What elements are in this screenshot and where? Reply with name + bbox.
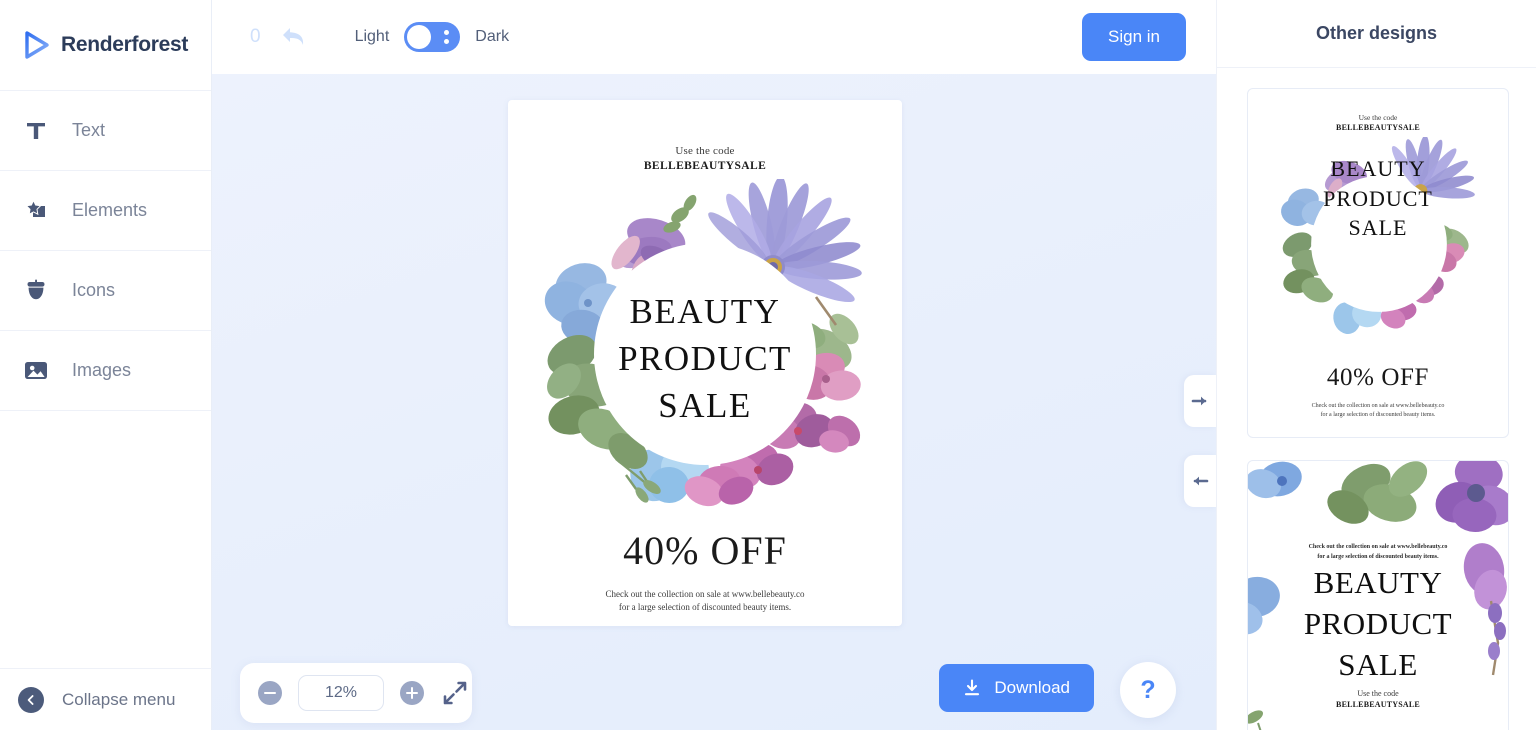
minus-icon — [264, 691, 276, 695]
thumb-code-prefix: Use the code — [1358, 113, 1398, 122]
theme-toggle-group: Light Dark — [355, 22, 509, 52]
sidebar-item-label: Elements — [72, 200, 148, 220]
thumb2-title-line-3: SALE — [1338, 646, 1418, 682]
sidebar-item-label: Text — [72, 120, 106, 140]
thumb-footer: Check out the collection on sale at www.… — [1248, 402, 1508, 420]
thumb-offer: 40% OFF — [1326, 364, 1430, 391]
editor-app: Renderforest Text Elements Icons Images … — [0, 0, 1536, 730]
plus-icon-vertical — [410, 687, 414, 699]
thumb-title-line-3: SALE — [1348, 215, 1408, 241]
fit-to-screen-button[interactable] — [442, 680, 468, 706]
brand-logo[interactable]: Renderforest — [0, 0, 211, 91]
thumb-footer-line-1: Check out the collection on sale at www.… — [1311, 403, 1445, 409]
thumb2-code-prefix: Use the code — [1357, 689, 1399, 698]
left-sidebar: Renderforest Text Elements Icons Images … — [0, 0, 212, 730]
poster-code-value: BELLEBEAUTYSALE — [643, 160, 767, 172]
thumb2-code-value: BELLEBEAUTYSALE — [1336, 700, 1420, 709]
elements-star-icon — [22, 197, 50, 225]
other-designs-title: Other designs — [1217, 0, 1536, 68]
download-label: Download — [994, 678, 1070, 697]
sidebar-item-images[interactable]: Images — [0, 331, 211, 411]
design-thumbnail[interactable]: Check out the collection on sale at www.… — [1247, 460, 1509, 730]
image-icon — [22, 357, 50, 385]
poster-footer-line-2: for a large selection of discounted beau… — [618, 602, 792, 613]
renderforest-play-icon — [22, 30, 52, 60]
other-designs-list: Use the code BELLEBEAUTYSALE BEAUTY PROD… — [1217, 68, 1536, 730]
zoom-level-input[interactable] — [298, 675, 384, 711]
sign-in-button[interactable]: Sign in — [1082, 13, 1186, 61]
text-icon — [22, 117, 50, 145]
poster-footer-line-1: Check out the collection on sale at www.… — [605, 589, 805, 599]
floral-wreath-graphic: BEAUTY PRODUCT SALE — [530, 179, 880, 529]
arrow-left-icon — [1191, 473, 1209, 489]
theme-toggle-switch[interactable] — [404, 22, 461, 52]
zoom-toolbar — [240, 663, 472, 723]
collapse-menu-label: Collapse menu — [62, 689, 176, 709]
thumb2-footer-line-2: for a large selection of discounted beau… — [1317, 553, 1439, 560]
thumb-title: BEAUTY PRODUCT SALE — [1248, 154, 1508, 243]
poster-code-prefix: Use the code — [675, 145, 735, 157]
theme-light-label: Light — [354, 28, 390, 45]
thumb-title-line-2: PRODUCT — [1323, 185, 1433, 211]
sidebar-item-text[interactable]: Text — [0, 91, 211, 171]
sidebar-item-label: Icons — [72, 280, 116, 300]
sidebar-item-icons[interactable]: Icons — [0, 251, 211, 331]
chevron-left-icon — [18, 686, 44, 713]
help-button[interactable]: ? — [1120, 662, 1176, 718]
collapse-menu-button[interactable]: Collapse menu — [0, 668, 212, 730]
thumb2-title-line-1: BEAUTY — [1313, 565, 1443, 600]
toggle-dot — [444, 30, 450, 35]
poster-offer: 40% OFF — [623, 528, 787, 573]
brand-name: Renderforest — [61, 33, 189, 56]
thumb-code-value: BELLEBEAUTYSALE — [1336, 123, 1420, 132]
poster-footer: Check out the collection on sale at www.… — [508, 588, 902, 614]
thumb-title-line-1: BEAUTY — [1330, 156, 1426, 181]
thumb2-footer-line-1: Check out the collection on sale at www.… — [1308, 544, 1448, 550]
sidebar-item-label: Images — [72, 360, 132, 380]
download-icon — [963, 679, 981, 697]
thumb2-title-line-2: PRODUCT — [1303, 605, 1453, 641]
design-thumbnail[interactable]: Use the code BELLEBEAUTYSALE BEAUTY PROD… — [1247, 88, 1509, 438]
top-toolbar: 0 Light Dark Sign in — [212, 0, 1216, 74]
zoom-out-button[interactable] — [258, 681, 282, 705]
other-designs-panel: Other designs Use the code BELLEBEAUTYSA… — [1216, 0, 1536, 730]
design-nav-arrows — [1184, 375, 1216, 507]
thumb2-title: BEAUTY PRODUCT SALE — [1248, 563, 1508, 686]
sidebar-item-elements[interactable]: Elements — [0, 171, 211, 251]
arrow-right-icon — [1191, 393, 1209, 409]
undo-count: 0 — [250, 26, 261, 47]
undo-arrow-icon[interactable] — [279, 24, 309, 50]
acorn-icon — [22, 277, 50, 305]
next-design-button[interactable] — [1184, 375, 1216, 427]
theme-dark-label: Dark — [475, 28, 510, 45]
previous-design-button[interactable] — [1184, 455, 1216, 507]
thumb2-footer: Check out the collection on sale at www.… — [1248, 543, 1508, 562]
thumb-footer-line-2: for a large selection of discounted beau… — [1320, 412, 1436, 418]
design-canvas[interactable]: Use the code BELLEBEAUTYSALE BEAUTY PROD… — [212, 74, 1216, 730]
toggle-knob — [407, 25, 432, 49]
editor-center: 0 Light Dark Sign in Use the code BELLEB… — [212, 0, 1216, 730]
download-button[interactable]: Download — [939, 664, 1094, 712]
toggle-dot — [444, 39, 450, 44]
poster-design[interactable]: Use the code BELLEBEAUTYSALE BEAUTY PROD… — [508, 100, 902, 626]
zoom-in-button[interactable] — [400, 681, 424, 705]
